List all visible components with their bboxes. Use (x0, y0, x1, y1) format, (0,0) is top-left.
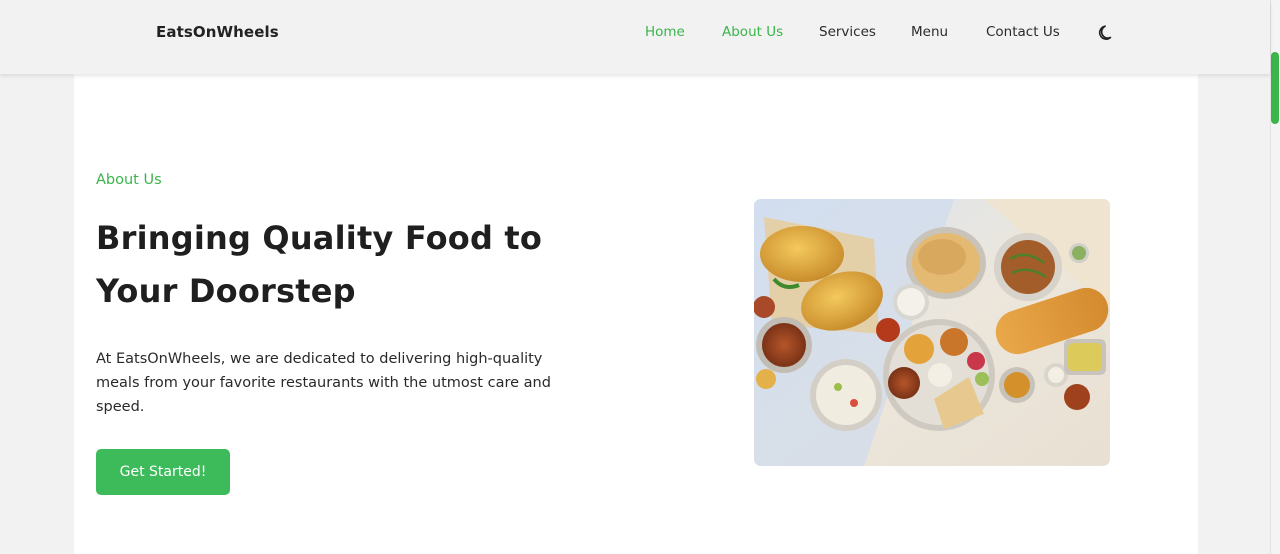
nav-item-contact-us[interactable]: Contact Us (986, 24, 1060, 40)
scrollbar-thumb[interactable] (1271, 52, 1279, 124)
page-scrollbar[interactable] (1270, 0, 1280, 554)
navbar: EatsOnWheels Home About Us Services Menu… (0, 0, 1270, 74)
section-label: About Us (96, 172, 162, 188)
nav-item-about-us[interactable]: About Us (722, 24, 783, 40)
headline-line-2: Your Doorstep (96, 272, 356, 310)
get-started-button[interactable]: Get Started! (96, 449, 230, 495)
food-image (754, 199, 1110, 466)
moon-icon[interactable] (1096, 22, 1116, 42)
brand-logo[interactable]: EatsOnWheels (156, 23, 279, 41)
about-description: At EatsOnWheels, we are dedicated to del… (96, 351, 551, 415)
nav-item-services[interactable]: Services (819, 24, 876, 40)
nav-item-menu[interactable]: Menu (911, 24, 948, 40)
page-title: Bringing Quality Food to Your Doorstep (96, 212, 656, 318)
nav-item-home[interactable]: Home (645, 24, 685, 40)
headline-line-1: Bringing Quality Food to (96, 219, 543, 257)
